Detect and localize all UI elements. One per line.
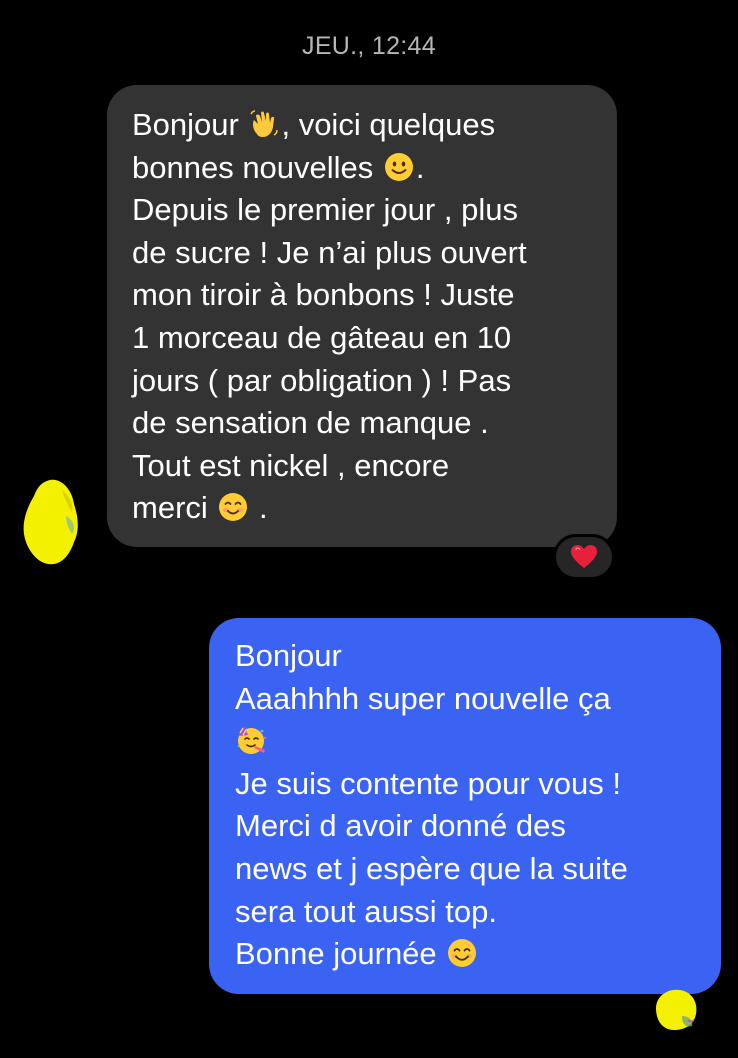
message-line: news et j espère que la suite	[235, 850, 628, 886]
received-message-bubble[interactable]: Bonjour , voici quelques bonnes nouvelle…	[107, 85, 617, 547]
message-line: bonnes nouvelles .	[132, 149, 425, 185]
message-line: jours ( par obligation ) ! Pas	[132, 362, 512, 398]
partying-face-icon	[237, 726, 267, 755]
message-line: Depuis le premier jour , plus	[132, 192, 518, 228]
conversation-timestamp: JEU., 12:44	[302, 32, 436, 60]
smiling-face-with-smiling-eyes-icon	[448, 939, 477, 968]
message-line: Je suis contente pour vous !	[235, 765, 622, 801]
message-line: Merci d avoir donné des	[235, 808, 566, 844]
message-line: sera tout aussi top.	[235, 893, 497, 929]
red-heart-icon	[571, 545, 597, 568]
seen-receipt-avatar	[656, 989, 697, 1030]
sent-message-bubble[interactable]: Bonjour Aaahhhh super nouvelle ça Je sui…	[209, 618, 721, 994]
message-line: mon tiroir à bonbons ! Juste	[132, 277, 515, 313]
message-line: Aaahhhh super nouvelle ça	[235, 680, 611, 716]
message-line: de sensation de manque .	[132, 405, 489, 441]
waving-hand-icon	[250, 110, 279, 137]
message-line: de sucre ! Je n’ai plus ouvert	[132, 234, 527, 270]
slightly-smiling-face-icon	[384, 152, 413, 181]
message-line	[235, 720, 703, 763]
smiling-face-icon	[219, 493, 248, 522]
message-line: Bonjour , voici quelques	[132, 107, 496, 142]
heart-reaction[interactable]	[553, 534, 615, 580]
message-line: merci .	[132, 490, 268, 526]
message-line: Bonjour	[235, 638, 342, 673]
sender-avatar[interactable]	[22, 476, 82, 568]
message-line: 1 morceau de gâteau en 10	[132, 319, 512, 355]
message-line: Bonne journée	[235, 933, 703, 976]
message-line: Tout est nickel , encore	[132, 447, 450, 483]
